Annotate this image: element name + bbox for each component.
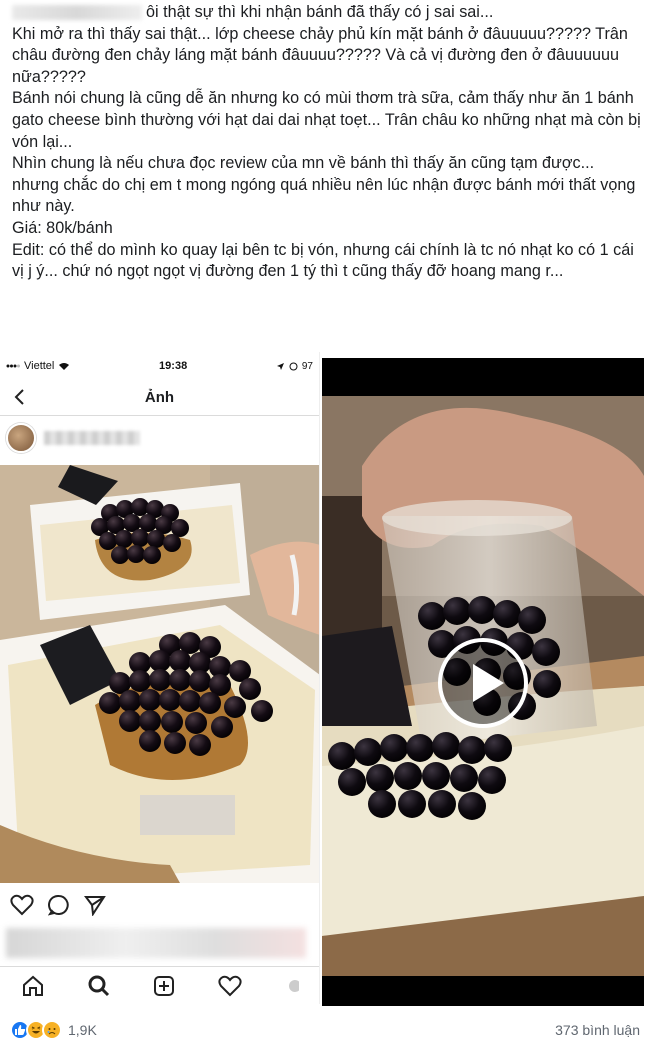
add-icon[interactable] [153, 975, 175, 997]
share-icon[interactable] [84, 894, 106, 916]
sad-reaction-icon [42, 1020, 62, 1040]
avatar[interactable] [6, 423, 36, 453]
carrier-name: Viettel [24, 360, 55, 372]
signal-icon [6, 364, 20, 368]
post-author[interactable] [0, 416, 319, 460]
comments-count[interactable]: 373 bình luận [555, 1022, 640, 1038]
post-line-4: Nhìn chung là nếu chưa đọc review của mn… [12, 154, 636, 216]
cake-photo-image [0, 465, 319, 883]
battery-level: 97 [301, 360, 313, 372]
home-icon[interactable] [21, 975, 45, 997]
reaction-count[interactable]: 1,9K [68, 1022, 97, 1038]
status-bar: Viettel 19:38 97 [0, 352, 319, 380]
page-title: Ảnh [144, 389, 175, 406]
cake-photo [0, 465, 319, 883]
comment-icon[interactable] [48, 894, 70, 916]
ig-actions [0, 885, 319, 925]
ig-bottom-nav [0, 966, 319, 1004]
ig-header: Ảnh [0, 380, 319, 416]
post-line-3: Bánh nói chung là cũng dễ ăn nhưng ko có… [12, 89, 641, 151]
post-line-2: Khi mở ra thì thấy sai thật... lớp chees… [12, 24, 628, 86]
reactions[interactable]: 1,9K [10, 1020, 97, 1040]
clock: 19:38 [159, 360, 188, 372]
post-line-6: Edit: có thể do mình ko quay lại bên tc … [12, 240, 634, 281]
likes-blurred [6, 928, 306, 958]
location-icon [276, 362, 284, 370]
post-text: ôi thật sự thì khi nhận bánh đã thấy có … [12, 2, 642, 283]
search-icon[interactable] [88, 975, 110, 997]
play-icon [473, 664, 504, 702]
play-button[interactable] [438, 638, 528, 728]
back-icon[interactable] [10, 387, 30, 407]
username-blurred [44, 431, 140, 445]
post-line-5: Giá: 80k/bánh [12, 218, 113, 237]
activity-icon[interactable] [218, 975, 242, 997]
wifi-icon [59, 362, 70, 370]
alarm-icon [289, 362, 298, 370]
post-footer: 1,9K 373 bình luận [10, 1016, 640, 1044]
heart-icon[interactable] [10, 894, 34, 916]
profile-icon[interactable] [285, 975, 299, 997]
video-player[interactable] [322, 358, 644, 1006]
blurred-text [12, 5, 142, 21]
post-line-1: ôi thật sự thì khi nhận bánh đã thấy có … [12, 2, 642, 24]
instagram-screenshot[interactable]: Viettel 19:38 97 Ảnh [0, 352, 320, 1004]
